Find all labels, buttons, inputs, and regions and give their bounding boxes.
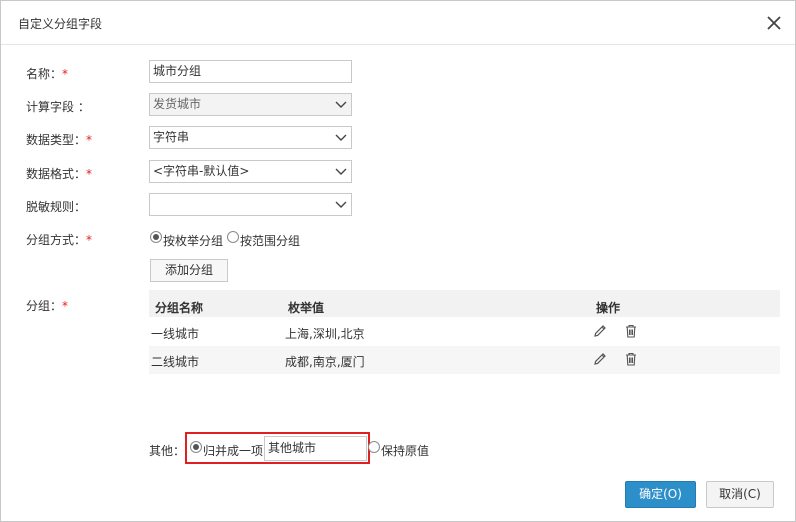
chevron-down-icon	[335, 201, 347, 208]
other-merge-input[interactable]: 其他城市	[264, 436, 367, 461]
row-enum-values: 成都,南京,厦门	[285, 355, 365, 369]
header-operations: 操作	[596, 301, 621, 315]
required-mark: *	[86, 167, 93, 181]
data-type-label: 数据类型：*	[26, 131, 92, 148]
ok-button[interactable]: 确定(O)	[625, 481, 696, 508]
table-row[interactable]: 二线城市 成都,南京,厦门	[149, 346, 780, 374]
radio-keep-original[interactable]	[368, 441, 380, 453]
radio-keep-original-label: 保持原值	[381, 444, 430, 458]
mask-rule-select[interactable]	[149, 193, 352, 216]
mask-rule-label: 脱敏规则：	[26, 200, 87, 214]
other-label: 其他：	[149, 444, 186, 458]
dialog-header: 自定义分组字段	[1, 1, 795, 45]
required-mark: *	[62, 67, 69, 81]
calc-field-select[interactable]: 发货城市	[149, 93, 352, 116]
data-format-label: 数据格式：*	[26, 165, 92, 182]
name-label-text: 名称：	[26, 67, 63, 81]
table-row[interactable]: 一线城市 上海,深圳,北京	[149, 318, 780, 346]
trash-icon[interactable]	[623, 323, 639, 339]
chevron-down-icon	[335, 168, 347, 175]
radio-enum-group[interactable]	[150, 231, 162, 243]
required-mark: *	[86, 233, 93, 247]
data-type-select[interactable]: 字符串	[149, 126, 352, 149]
chevron-down-icon	[335, 134, 347, 141]
pencil-icon[interactable]	[592, 323, 608, 339]
chevron-down-icon	[335, 101, 347, 108]
group-method-label: 分组方式：*	[26, 231, 92, 248]
data-format-value: <字符串-默认值>	[153, 164, 250, 178]
name-input[interactable]: 城市分组	[149, 60, 352, 83]
cancel-button[interactable]: 取消(C)	[706, 481, 774, 508]
dialog-title: 自定义分组字段	[18, 17, 103, 31]
radio-merge-one[interactable]	[190, 441, 202, 453]
required-mark: *	[86, 133, 93, 147]
data-format-select[interactable]: <字符串-默认值>	[149, 160, 352, 183]
radio-range-group[interactable]	[227, 231, 239, 243]
name-label: 名称：*	[26, 65, 68, 82]
table-header: 分组名称 枚举值 操作	[149, 290, 780, 317]
custom-group-field-dialog: 自定义分组字段 名称：* 城市分组 计算字段 ： 发货城市 数据类型：* 字符串…	[0, 0, 796, 522]
radio-enum-group-label: 按枚举分组	[163, 234, 224, 248]
close-icon[interactable]	[764, 13, 784, 33]
required-mark: *	[62, 299, 69, 313]
data-type-value: 字符串	[153, 130, 190, 144]
row-enum-values: 上海,深圳,北京	[285, 327, 365, 341]
pencil-icon[interactable]	[592, 351, 608, 367]
calc-field-label: 计算字段 ：	[26, 100, 90, 114]
header-group-name: 分组名称	[155, 301, 204, 315]
row-group-name: 二线城市	[151, 355, 200, 369]
radio-range-group-label: 按范围分组	[240, 234, 301, 248]
data-type-label-text: 数据类型：	[26, 133, 87, 147]
trash-icon[interactable]	[623, 351, 639, 367]
radio-merge-one-label: 归并成一项	[203, 444, 264, 458]
calc-field-value: 发货城市	[153, 97, 202, 111]
header-enum-values: 枚举值	[288, 301, 325, 315]
group-method-label-text: 分组方式：	[26, 233, 87, 247]
row-group-name: 一线城市	[151, 327, 200, 341]
group-label: 分组：*	[26, 297, 68, 314]
add-group-button[interactable]: 添加分组	[150, 259, 228, 282]
group-label-text: 分组：	[26, 299, 63, 313]
data-format-label-text: 数据格式：	[26, 167, 87, 181]
